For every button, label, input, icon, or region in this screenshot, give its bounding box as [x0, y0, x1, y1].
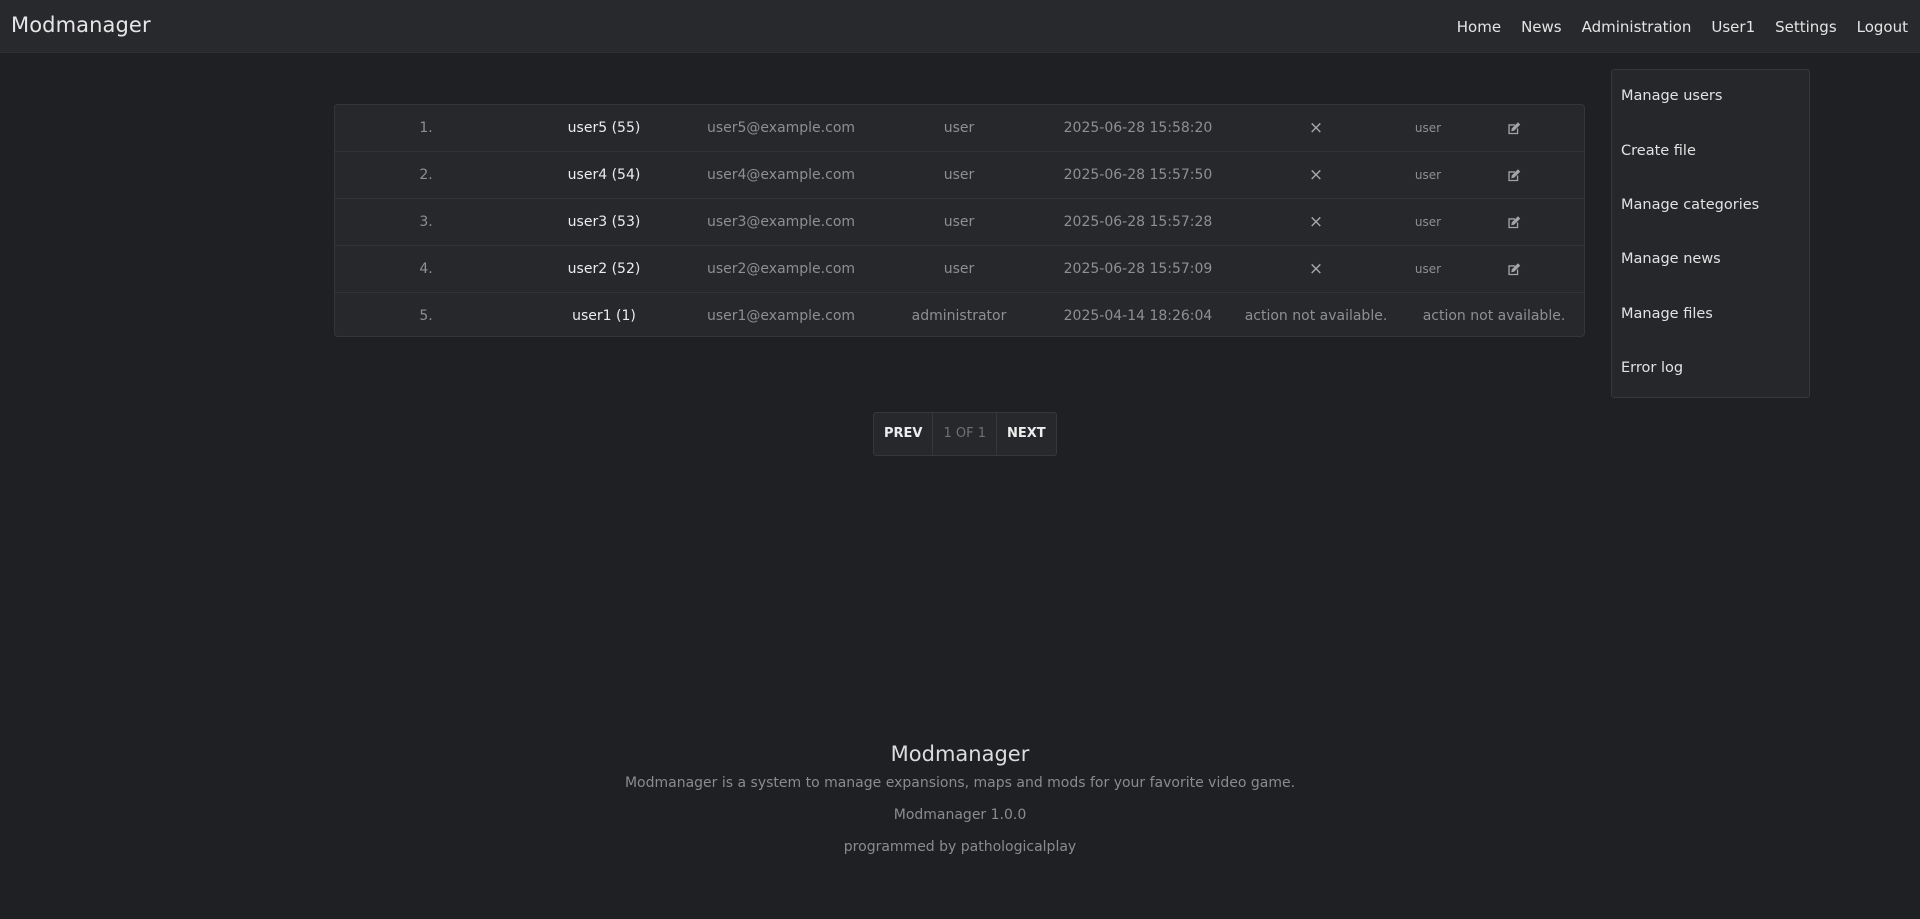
user-name: user3 (53): [567, 214, 641, 230]
nav-user[interactable]: User1: [1711, 18, 1755, 36]
menu-manage-users[interactable]: Manage users: [1621, 88, 1722, 104]
row-number: 3.: [419, 214, 433, 230]
menu-create-file[interactable]: Create file: [1621, 143, 1696, 159]
user-date: 2025-06-28 15:57:09: [1063, 261, 1213, 277]
user-email: user3@example.com: [706, 214, 856, 230]
edit-icon[interactable]: [1507, 199, 1522, 245]
delete-user-button[interactable]: ×: [1309, 199, 1323, 245]
edit-icon[interactable]: [1507, 152, 1522, 198]
user-level: user: [1414, 215, 1442, 229]
user-role: user: [943, 261, 975, 277]
user-date: 2025-06-28 15:58:20: [1063, 120, 1213, 136]
delete-user-button[interactable]: ×: [1309, 105, 1323, 151]
user-date: 2025-06-28 15:57:28: [1063, 214, 1213, 230]
user-level: user: [1414, 168, 1442, 182]
footer-title: Modmanager: [890, 742, 1030, 766]
user-role: user: [943, 120, 975, 136]
user-name: user5 (55): [567, 120, 641, 136]
user-email: user5@example.com: [706, 120, 856, 136]
pagination: PREV 1 OF 1 NEXT: [873, 412, 1057, 456]
edit-icon[interactable]: [1507, 246, 1522, 292]
edit-icon[interactable]: [1507, 105, 1522, 151]
menu-manage-files[interactable]: Manage files: [1621, 306, 1713, 322]
delete-user-button[interactable]: ×: [1309, 152, 1323, 198]
user-email: user2@example.com: [706, 261, 856, 277]
user-date: 2025-04-14 18:26:04: [1063, 308, 1213, 324]
table-row: 2. user4 (54) user4@example.com user 202…: [335, 152, 1584, 199]
nav-settings[interactable]: Settings: [1775, 18, 1837, 36]
admin-menu: Manage users Create file Manage categori…: [1611, 69, 1810, 398]
table-row: 5. user1 (1) user1@example.com administr…: [335, 293, 1584, 336]
nav-administration[interactable]: Administration: [1582, 18, 1692, 36]
nav-home[interactable]: Home: [1457, 18, 1501, 36]
user-name: user4 (54): [567, 167, 641, 183]
user-date: 2025-06-28 15:57:50: [1063, 167, 1213, 183]
delete-user-button[interactable]: ×: [1309, 246, 1323, 292]
users-table: 1. user5 (55) user5@example.com user 202…: [334, 104, 1585, 337]
row-number: 4.: [419, 261, 433, 277]
row-number: 1.: [419, 120, 433, 136]
row-number: 5.: [419, 308, 433, 324]
menu-error-log[interactable]: Error log: [1621, 360, 1683, 376]
menu-manage-categories[interactable]: Manage categories: [1621, 197, 1759, 213]
user-role: administrator: [911, 308, 1007, 324]
prev-button[interactable]: PREV: [874, 413, 932, 455]
user-email: user1@example.com: [706, 308, 856, 324]
table-row: 1. user5 (55) user5@example.com user 202…: [335, 105, 1584, 152]
action-unavailable: action not available.: [1244, 308, 1388, 324]
brand-logo[interactable]: Modmanager: [11, 13, 151, 37]
table-row: 4. user2 (52) user2@example.com user 202…: [335, 246, 1584, 293]
user-name: user2 (52): [567, 261, 641, 277]
user-level: user: [1414, 262, 1442, 276]
footer-version: Modmanager 1.0.0: [893, 807, 1027, 823]
next-button[interactable]: NEXT: [997, 413, 1056, 455]
user-name: user1 (1): [572, 308, 636, 324]
action-unavailable: action not available.: [1422, 308, 1566, 324]
user-level: user: [1414, 121, 1442, 135]
navbar: Modmanager Home News Administration User…: [0, 0, 1920, 53]
user-email: user4@example.com: [706, 167, 856, 183]
nav-news[interactable]: News: [1521, 18, 1562, 36]
footer-credit: programmed by pathologicalplay: [843, 839, 1077, 855]
table-row: 3. user3 (53) user3@example.com user 202…: [335, 199, 1584, 246]
footer-description: Modmanager is a system to manage expansi…: [624, 775, 1296, 791]
nav-links: Home News Administration User1 Settings …: [1457, 0, 1920, 53]
user-role: user: [943, 214, 975, 230]
row-number: 2.: [419, 167, 433, 183]
nav-logout[interactable]: Logout: [1857, 18, 1908, 36]
user-role: user: [943, 167, 975, 183]
page-indicator: 1 OF 1: [932, 413, 998, 455]
menu-manage-news[interactable]: Manage news: [1621, 251, 1721, 267]
